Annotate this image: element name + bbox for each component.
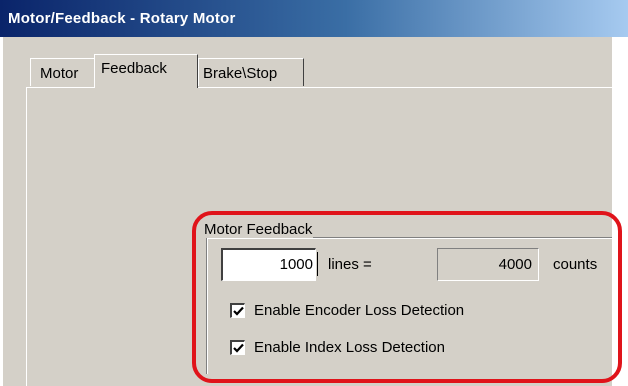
tab-brake-stop[interactable]: Brake\Stop — [198, 58, 304, 86]
index-loss-label: Enable Index Loss Detection — [254, 339, 445, 356]
window-title: Motor/Feedback - Rotary Motor — [8, 10, 236, 27]
title-bar[interactable]: Motor/Feedback - Rotary Motor — [0, 0, 628, 37]
lines-label: lines = — [328, 256, 372, 273]
encoder-loss-label: Enable Encoder Loss Detection — [254, 302, 465, 319]
counts-readout: 4000 — [437, 248, 539, 281]
tab-feedback[interactable]: Feedback — [94, 54, 198, 88]
tab-motor[interactable]: Motor — [30, 58, 96, 86]
motor-feedback-window: Motor/Feedback - Rotary Motor Motor Feed… — [0, 0, 628, 386]
checkmark-icon — [233, 306, 244, 316]
index-loss-checkbox[interactable] — [230, 340, 245, 355]
tab-feedback-label: Feedback — [101, 60, 167, 77]
encoder-loss-checkbox[interactable] — [230, 303, 245, 318]
tab-motor-label: Motor — [40, 65, 79, 82]
window-left-edge — [0, 37, 3, 386]
tab-brake-stop-label: Brake\Stop — [203, 65, 278, 82]
checkmark-icon — [233, 343, 244, 353]
window-right-edge — [612, 37, 628, 386]
text-caret — [317, 252, 318, 276]
motor-feedback-group-title: Motor Feedback — [203, 221, 314, 238]
lines-input[interactable]: 1000 — [221, 248, 316, 281]
counts-label: counts — [553, 256, 598, 273]
